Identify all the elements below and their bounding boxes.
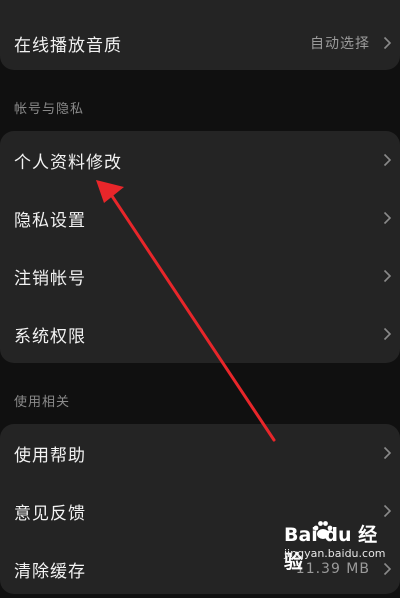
settings-row-system-permissions[interactable]: 系统权限	[0, 305, 400, 363]
row-label: 使用帮助	[14, 445, 86, 466]
section-header-usage: 使用相关	[14, 395, 71, 410]
row-value: 自动选择	[310, 36, 370, 52]
chevron-right-icon	[383, 504, 392, 518]
row-label: 系统权限	[14, 326, 86, 347]
chevron-right-icon	[383, 446, 392, 460]
chevron-right-icon	[383, 269, 392, 283]
section-header-account: 帐号与隐私	[14, 102, 85, 117]
settings-row-delete-account[interactable]: 注销帐号	[0, 247, 400, 305]
row-label: 在线播放音质	[14, 35, 122, 56]
row-label: 清除缓存	[14, 561, 86, 582]
settings-row-help[interactable]: 使用帮助	[0, 424, 400, 482]
chevron-right-icon	[383, 211, 392, 225]
row-label: 个人资料修改	[14, 152, 122, 173]
settings-row-profile-edit[interactable]: 个人资料修改	[0, 131, 400, 189]
row-label: 意见反馈	[14, 503, 86, 524]
chevron-right-icon	[383, 327, 392, 341]
row-label: 注销帐号	[14, 268, 86, 289]
row-label: 隐私设置	[14, 210, 86, 231]
baidu-watermark: Bai du 经验 jingyan.baidu.com	[282, 520, 392, 573]
chevron-right-icon	[383, 36, 392, 50]
paw-icon	[313, 521, 333, 539]
watermark-url: jingyan.baidu.com	[284, 547, 386, 560]
settings-row-privacy[interactable]: 隐私设置	[0, 189, 400, 247]
chevron-right-icon	[383, 153, 392, 167]
settings-row-audio-quality[interactable]: 在线播放音质 自动选择	[0, 14, 400, 72]
